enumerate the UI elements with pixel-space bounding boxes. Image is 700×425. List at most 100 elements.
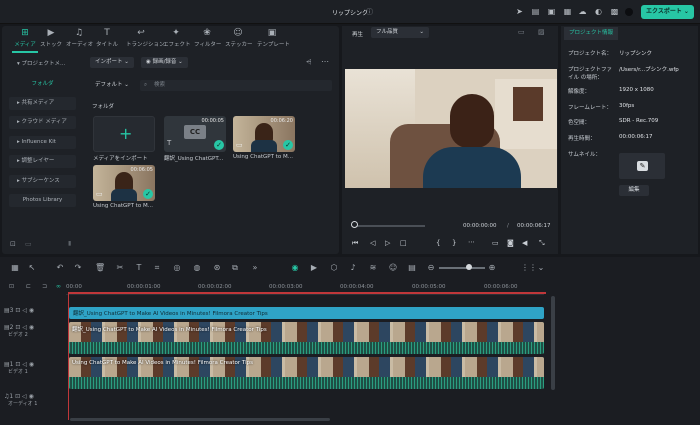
magnet-icon[interactable]: ⊐ — [42, 283, 47, 290]
zoom-in-icon[interactable]: ⊕ — [487, 263, 497, 272]
media-item-label: Using ChatGPT to M... — [233, 154, 293, 160]
save-icon[interactable]: ▦ — [563, 7, 572, 16]
sort-dropdown[interactable]: デフォルト ⌄ — [90, 80, 134, 91]
sidebar-item-adjustment-layer[interactable]: ▸ 調整レイヤー — [9, 155, 76, 168]
group-icon[interactable]: ⧉ — [230, 263, 240, 273]
split-icon[interactable]: ✂ — [115, 263, 125, 272]
sidebar-item-photos-library[interactable]: Photos Library — [9, 194, 76, 207]
gift-icon[interactable]: ▩ — [610, 7, 619, 16]
tab-stock[interactable]: ▶ ストック — [38, 28, 64, 50]
video2-clip[interactable]: 翻訳_Using ChatGPT to Make AI Videos in Mi… — [69, 322, 544, 354]
layout-icon[interactable]: ▦ — [10, 263, 20, 272]
sidebar-item-folder[interactable]: フォルダ — [9, 78, 76, 91]
tab-filter[interactable]: ❀ フィルター — [194, 28, 221, 50]
search-input[interactable]: ⌕ 検索 — [140, 80, 332, 91]
horizontal-scrollbar[interactable] — [70, 418, 330, 421]
render-icon[interactable]: ▤ — [407, 263, 417, 272]
play-icon[interactable]: ▷ — [385, 239, 390, 247]
mark-out-icon[interactable]: } — [452, 239, 456, 247]
project-info-tab[interactable]: プロジェクト情報 — [564, 27, 619, 40]
tab-media[interactable]: ⊞ メディア — [12, 28, 38, 50]
media-item-subtitle[interactable]: CC T 00:00:05 ✓ — [164, 116, 226, 152]
chain-icon[interactable]: ∞ — [56, 283, 61, 290]
tab-transition[interactable]: ↩ トランジション — [126, 28, 165, 50]
expand-icon[interactable]: » — [250, 263, 260, 272]
compare-icon[interactable]: ▭ — [518, 28, 525, 36]
dropdown-icon[interactable]: ⌄ — [536, 263, 546, 272]
export-button[interactable]: エクスポート ⌄ — [641, 5, 694, 19]
fullscreen-icon[interactable]: ⤡ — [539, 239, 545, 248]
crop-icon[interactable]: ⌗ — [152, 263, 162, 273]
snap-icon[interactable]: ◉ — [290, 263, 300, 272]
media-item-video[interactable]: ▭ 00:06:20 ✓ — [233, 116, 295, 152]
cloud-icon[interactable]: ☁ — [578, 7, 587, 16]
sidebar-item-project-media[interactable]: ▾ プロジェクトメ... — [9, 58, 76, 71]
player-tab[interactable]: 再生 — [352, 30, 363, 38]
tab-audio[interactable]: ♫ オーディオ — [66, 28, 93, 50]
progress-track[interactable] — [352, 225, 425, 227]
thumbnail-box[interactable]: ✎ — [619, 153, 665, 179]
step-back-icon[interactable]: ◁ — [370, 239, 375, 247]
link-icon[interactable]: ⊏ — [26, 283, 31, 290]
vertical-scrollbar[interactable] — [551, 296, 555, 390]
playhead-knob[interactable] — [351, 221, 358, 228]
import-media-tile[interactable]: + — [93, 116, 155, 152]
tab-title[interactable]: T タイトル — [94, 28, 120, 50]
volume-icon[interactable]: ◀ — [522, 239, 527, 247]
zoom-slider[interactable] — [439, 267, 485, 269]
sidebar-item-influence-kit[interactable]: ▸ Influence Kit — [9, 136, 76, 149]
mic-icon[interactable]: ♪ — [348, 263, 358, 272]
media-item-label: 翻訳_Using ChatGPT... — [164, 156, 224, 162]
redo-icon[interactable]: ↷ — [73, 263, 83, 272]
record-dropdown[interactable]: ◉ 録画/録音 ⌄ — [141, 57, 188, 68]
snapshot-icon[interactable]: ▨ — [538, 28, 545, 36]
tab-template[interactable]: ▣ テンプレート — [257, 28, 290, 50]
more-icon[interactable]: ⋯ — [321, 57, 329, 66]
more-icon[interactable]: ⋯ — [468, 238, 475, 246]
add-track-icon[interactable]: ⊡ — [9, 283, 14, 290]
quality-dropdown[interactable]: フル品質 ⌄ — [371, 27, 429, 38]
ai-icon[interactable]: ⊛ — [212, 263, 222, 272]
filter-icon[interactable]: ⩤ — [306, 58, 312, 67]
stop-icon[interactable]: □ — [400, 239, 407, 247]
media-item-video[interactable]: ▭ 00:06:05 ✓ — [93, 165, 155, 201]
tab-sticker[interactable]: ☺ ステッカー — [225, 28, 253, 50]
prev-frame-icon[interactable]: ⏮ — [352, 239, 358, 248]
folder-heading: フォルダ — [92, 104, 115, 110]
new-folder-icon[interactable]: ⊡ — [10, 240, 16, 248]
grid-icon[interactable]: ⋮⋮ — [521, 263, 537, 272]
mark-in-icon[interactable]: { — [436, 239, 440, 247]
color-icon[interactable]: ◍ — [192, 263, 202, 272]
marker-icon[interactable]: ⬡ — [329, 263, 339, 272]
send-icon[interactable]: ➤ — [515, 7, 524, 16]
video1-clip[interactable]: Using ChatGPT to Make AI Videos in Minut… — [69, 357, 544, 389]
audio-mix-icon[interactable]: ≋ — [368, 263, 378, 272]
screen-icon[interactable]: ▣ — [547, 7, 556, 16]
sidebar-item-subsequence[interactable]: ▸ サブシーケンス — [9, 175, 76, 188]
edit-button[interactable]: 編集 — [619, 185, 649, 196]
subtitle-clip[interactable]: 翻訳_Using ChatGPT to Make AI Videos in Mi… — [69, 307, 544, 319]
tab-effect[interactable]: ✦ エフェクト — [163, 28, 191, 50]
mask-icon[interactable]: ◎ — [172, 263, 182, 272]
zoom-knob[interactable] — [466, 264, 472, 270]
folder-icon[interactable]: ▭ — [25, 240, 32, 248]
select-icon[interactable]: ↖ — [27, 263, 37, 272]
info-icon[interactable]: ⓘ — [366, 7, 373, 17]
text-icon[interactable]: T — [134, 263, 144, 272]
camera-icon[interactable]: ◙ — [507, 239, 514, 247]
sticker-icon[interactable]: ☺ — [388, 263, 398, 272]
sidebar-item-shared-media[interactable]: ▸ 共有メディア — [9, 97, 76, 110]
resolution-value: 1920 x 1080 — [619, 87, 654, 93]
delete-icon[interactable]: 🗑 — [95, 263, 105, 272]
avatar[interactable] — [625, 8, 633, 16]
zoom-out-icon[interactable]: ⊖ — [426, 263, 436, 272]
sidebar-item-cloud-media[interactable]: ▸ クラウド メディア — [9, 116, 76, 129]
display-icon[interactable]: ▭ — [492, 239, 499, 247]
collapse-icon[interactable]: ▮ — [68, 240, 71, 247]
support-icon[interactable]: ◐ — [594, 7, 603, 16]
video-type-icon: ▭ — [236, 141, 243, 149]
import-dropdown[interactable]: インポート ⌄ — [90, 57, 134, 68]
layout-icon[interactable]: ▤ — [531, 7, 540, 16]
play-range-icon[interactable]: ▶ — [309, 263, 319, 272]
undo-icon[interactable]: ↶ — [55, 263, 65, 272]
